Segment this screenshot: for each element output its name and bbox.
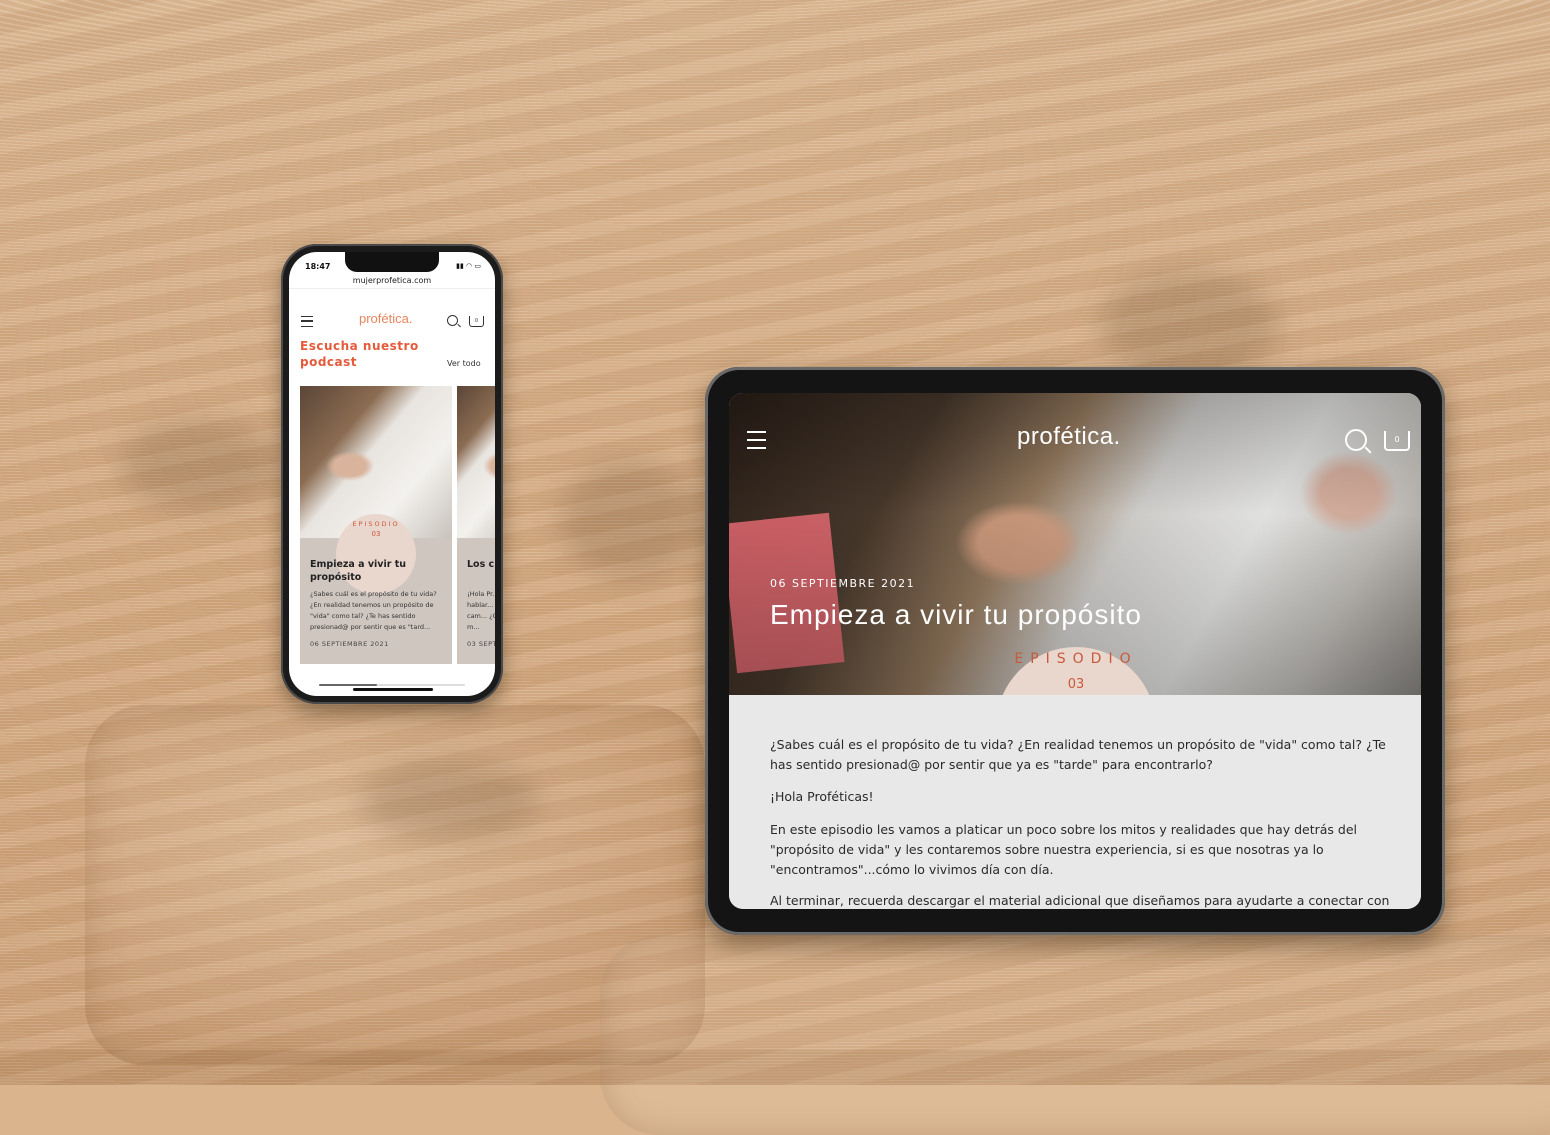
cart-icon[interactable]: 0 (469, 316, 484, 327)
podcast-card[interactable]: EPISODIO 03 Empieza a vivir tu propósito… (300, 386, 452, 664)
episode-badge-number: 03 (371, 530, 381, 538)
search-icon[interactable] (1345, 429, 1367, 451)
article-paragraph: En este episodio les vamos a platicar un… (770, 822, 1358, 877)
episode-badge-number: 03 (1067, 677, 1085, 692)
card-excerpt: ¿Sabes cuál es el propósito de tu vida? … (310, 590, 437, 631)
episode-badge-label: EPISODIO (1014, 651, 1138, 667)
episode-date: 06 SEPTIEMBRE 2021 (770, 577, 916, 590)
episode-badge-label: EPISODIO (352, 520, 400, 528)
hamburger-menu-icon[interactable] (747, 431, 766, 449)
wood-ledge-right (600, 935, 1550, 1135)
carousel-scrollbar[interactable] (319, 684, 465, 686)
phone-screen: 18:47 ▮▮ ◠ ▭ mujerprofetica.com profétic… (289, 252, 495, 696)
article-paragraph: Al terminar, recuerda descargar el mater… (770, 893, 1390, 908)
tablet-screen: profética. 0 06 SEPTIEMBRE 2021 Empieza … (729, 393, 1421, 909)
phone-device: 18:47 ▮▮ ◠ ▭ mujerprofetica.com profétic… (281, 244, 503, 704)
wood-floor (0, 1050, 1550, 1085)
url-divider (289, 288, 495, 289)
cart-icon[interactable]: 0 (1384, 431, 1410, 451)
card-excerpt: ¡Hola Pr... a hablar... del cam... ¿Qué … (467, 590, 495, 631)
card-date: 06 SEPTIEMBRE 2021 (310, 640, 389, 648)
search-icon[interactable] (447, 315, 458, 326)
leaf-shadow (120, 420, 280, 510)
site-logo[interactable]: profética. (359, 311, 412, 326)
card-date: 03 SEPT (467, 640, 495, 648)
leaf-shadow (1100, 270, 1280, 380)
status-time: 18:47 (305, 262, 331, 271)
see-all-link[interactable]: Ver todo (447, 359, 481, 368)
card-image (457, 386, 495, 538)
phone-notch (345, 252, 439, 272)
episode-title: Empieza a vivir tu propósito (770, 599, 1142, 630)
podcast-card[interactable]: Los c ¡Hola Pr... a hablar... del cam...… (457, 386, 495, 664)
tablet-device: profética. 0 06 SEPTIEMBRE 2021 Empieza … (705, 367, 1445, 935)
hamburger-menu-icon[interactable] (301, 316, 313, 327)
url-bar[interactable]: mujerprofetica.com (289, 276, 495, 285)
site-logo[interactable]: profética. (1017, 423, 1121, 451)
article-paragraph: ¿Sabes cuál es el propósito de tu vida? … (770, 737, 1386, 772)
section-title: Escucha nuestro podcast (300, 339, 419, 369)
status-icons: ▮▮ ◠ ▭ (456, 262, 481, 270)
home-indicator (353, 688, 433, 691)
article-paragraph: ¡Hola Proféticas! (770, 789, 874, 804)
card-title: Los c (467, 559, 495, 570)
article-content: ¿Sabes cuál es el propósito de tu vida? … (729, 695, 1421, 909)
leaf-shadow (560, 460, 700, 580)
leaf-shadow (360, 760, 540, 840)
carousel-scroll-thumb[interactable] (319, 684, 377, 686)
card-title: Empieza a vivir tu propósito (310, 559, 407, 583)
